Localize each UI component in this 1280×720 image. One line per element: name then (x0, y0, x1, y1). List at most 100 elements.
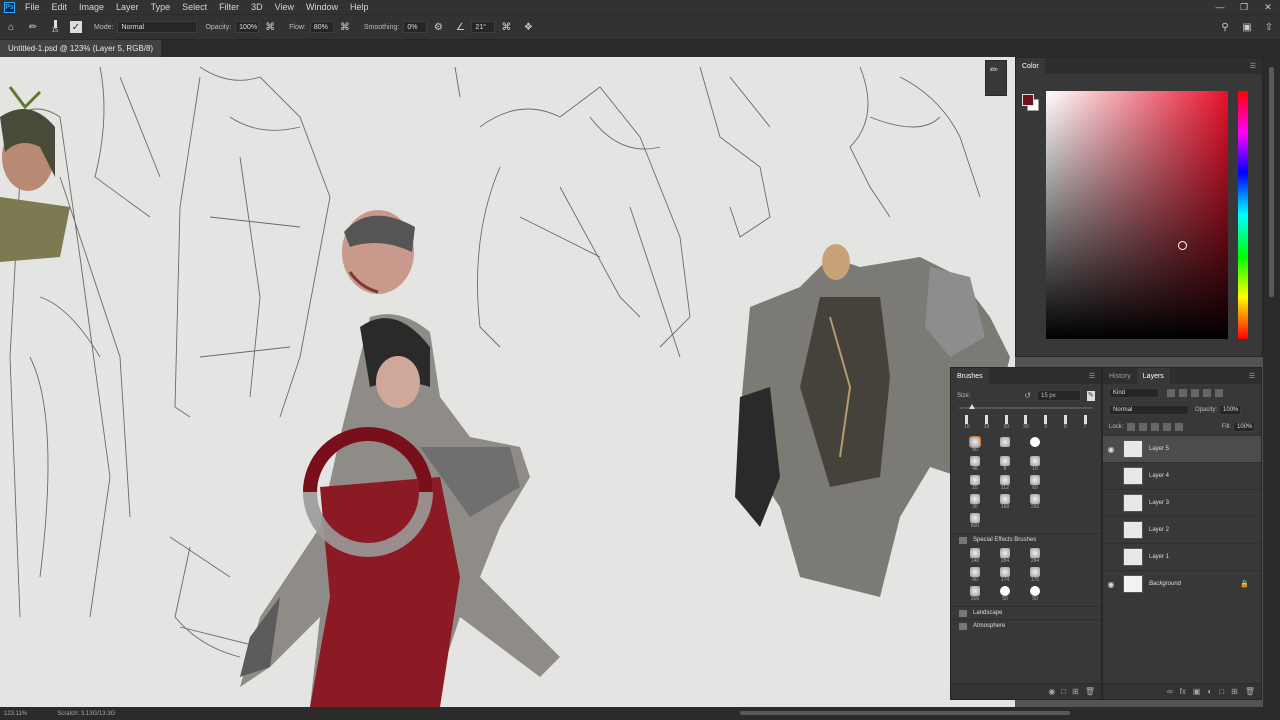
document-tab[interactable]: Untitled-1.psd @ 123% (Layer 5, RGB/8) (0, 40, 162, 57)
layer-row-layer-3[interactable]: Layer 3 (1103, 489, 1261, 516)
brush-preset[interactable]: 50 (997, 586, 1013, 602)
brush-preset[interactable]: 284 (1027, 548, 1043, 564)
fx-icon[interactable]: fx (1180, 687, 1186, 696)
layer-row-layer-5[interactable]: ◉ Layer 5 (1103, 435, 1261, 462)
brush-tool-icon[interactable]: ✏ (26, 20, 40, 34)
brush-group-landscape[interactable]: Landscape (951, 606, 1101, 619)
brush-preset[interactable] (1057, 475, 1073, 491)
recent-brush[interactable]: 9 (1039, 415, 1053, 431)
brush-preset[interactable] (1057, 567, 1073, 583)
brush-preset[interactable]: 45 (967, 456, 983, 472)
filter-type-icon[interactable] (1191, 388, 1199, 397)
menu-edit[interactable]: Edit (46, 2, 74, 12)
folder-icon[interactable]: □ (1061, 687, 1066, 696)
add-mask-icon[interactable]: ▣ (1193, 687, 1201, 696)
brush-preset[interactable]: 174 (997, 567, 1013, 583)
menu-3d[interactable]: 3D (245, 2, 269, 12)
brush-tool-toggle-icon[interactable]: ✏ (990, 65, 1002, 77)
zoom-readout[interactable]: 123.11% (4, 711, 27, 717)
tab-layers[interactable]: Layers (1136, 368, 1170, 384)
new-group-icon[interactable]: □ (1219, 687, 1224, 696)
filter-shape-icon[interactable] (1203, 388, 1211, 397)
brush-preset[interactable]: 175 (1027, 567, 1043, 583)
layer-row-layer-1[interactable]: Layer 1 (1103, 543, 1261, 570)
pressure-opacity-icon[interactable]: ⌘ (263, 20, 277, 34)
menu-type[interactable]: Type (145, 2, 177, 12)
brush-preset[interactable] (997, 437, 1013, 453)
color-picker-cursor[interactable] (1178, 241, 1187, 250)
trash-icon[interactable]: 🗑 (1085, 687, 1095, 696)
flow-field[interactable]: 80% (309, 21, 334, 33)
eye-icon[interactable]: ◉ (1048, 687, 1055, 696)
brush-preset[interactable]: 140 (967, 548, 983, 564)
brush-preset[interactable]: 284 (997, 548, 1013, 564)
adjustment-layer-icon[interactable]: ◐ (1207, 687, 1212, 696)
menu-layer[interactable]: Layer (110, 2, 145, 12)
brush-preset[interactable]: 10 (1027, 456, 1043, 472)
lock-image-icon[interactable] (1139, 422, 1148, 431)
size-slider[interactable] (959, 404, 1093, 409)
restore-icon[interactable]: ❐ (1232, 2, 1256, 13)
link-layers-icon[interactable]: ∞ (1167, 687, 1173, 696)
share-icon[interactable]: ⇧ (1262, 20, 1276, 34)
menu-file[interactable]: File (19, 2, 46, 12)
layer-opacity-field[interactable]: 100% (1219, 404, 1242, 415)
close-icon[interactable]: ✕ (1256, 2, 1280, 13)
brush-preset[interactable] (1027, 437, 1043, 453)
lock-all-icon[interactable] (1175, 422, 1184, 431)
brush-preset[interactable]: 80 (967, 436, 983, 453)
saturation-brightness-field[interactable] (1046, 91, 1228, 339)
new-brush-icon[interactable]: ✎ (1086, 390, 1095, 401)
recent-brush[interactable]: 7 (1078, 415, 1092, 431)
tab-history[interactable]: History (1103, 368, 1137, 384)
smoothing-field[interactable]: 0% (403, 21, 428, 33)
hue-slider[interactable] (1238, 91, 1248, 339)
trash-icon[interactable]: 🗑 (1245, 687, 1255, 696)
brush-preset[interactable]: 25 (967, 475, 983, 491)
brush-preset[interactable]: 112 (997, 475, 1013, 491)
layer-row-layer-4[interactable]: Layer 4 (1103, 462, 1261, 489)
brush-group-special-effects[interactable]: Special Effects Brushes (951, 533, 1101, 546)
brush-preset[interactable]: 80 (967, 567, 983, 583)
brush-preset[interactable]: 8 (997, 456, 1013, 472)
lock-icon[interactable]: 🔒 (1240, 580, 1249, 588)
size-field[interactable]: 15 px (1037, 390, 1081, 401)
layer-row-background[interactable]: ◉ Background 🔒 (1103, 570, 1261, 597)
panel-menu-icon[interactable]: ☰ (1250, 62, 1256, 70)
menu-help[interactable]: Help (344, 2, 375, 12)
fill-field[interactable]: 100% (1233, 421, 1255, 432)
layer-filter-kind[interactable]: Kind (1109, 387, 1159, 398)
brush-preset[interactable]: 60 (1027, 475, 1043, 491)
tab-brushes[interactable]: Brushes (951, 368, 989, 384)
panel-menu-icon[interactable]: ☰ (1249, 372, 1255, 380)
filter-smart-object-icon[interactable] (1215, 388, 1223, 397)
angle-field[interactable]: 21° (471, 21, 496, 33)
symmetry-icon[interactable]: ❖ (521, 20, 535, 34)
workspace-icon[interactable]: ▣ (1240, 20, 1254, 34)
recent-brush[interactable]: 8 (1058, 415, 1072, 431)
canvas[interactable] (0, 57, 1015, 707)
visibility-eye-icon[interactable]: ◉ (1103, 445, 1119, 454)
recent-brush[interactable]: 30 (1019, 415, 1033, 431)
foreground-color-swatch[interactable] (1022, 94, 1034, 106)
layer-row-layer-2[interactable]: Layer 2 (1103, 516, 1261, 543)
gear-icon[interactable]: ⚙ (431, 20, 445, 34)
brush-preset[interactable]: 50 (1027, 586, 1043, 602)
brush-preset[interactable]: 168 (997, 494, 1013, 510)
reset-size-icon[interactable]: ↺ (1024, 391, 1031, 400)
search-icon[interactable]: ⚲ (1218, 20, 1232, 34)
brush-preset[interactable]: 30 (967, 494, 983, 510)
pressure-size-icon[interactable]: ⌘ (499, 20, 513, 34)
lock-transparent-icon[interactable] (1127, 422, 1136, 431)
blend-mode-select[interactable]: Normal (1109, 404, 1189, 415)
brush-preset[interactable] (1057, 494, 1073, 510)
brush-preset[interactable]: 306 (967, 586, 983, 602)
horizontal-scroll-thumb[interactable] (740, 711, 1070, 715)
brush-preset[interactable]: 800 (967, 513, 983, 529)
color-panel-title[interactable]: Color (1016, 58, 1045, 74)
airbrush-icon[interactable]: ⌘ (338, 20, 352, 34)
brush-preset[interactable]: 250 (1027, 494, 1043, 510)
menu-window[interactable]: Window (300, 2, 344, 12)
panel-menu-icon[interactable]: ☰ (1089, 372, 1095, 380)
visibility-eye-icon[interactable]: ◉ (1103, 580, 1119, 589)
